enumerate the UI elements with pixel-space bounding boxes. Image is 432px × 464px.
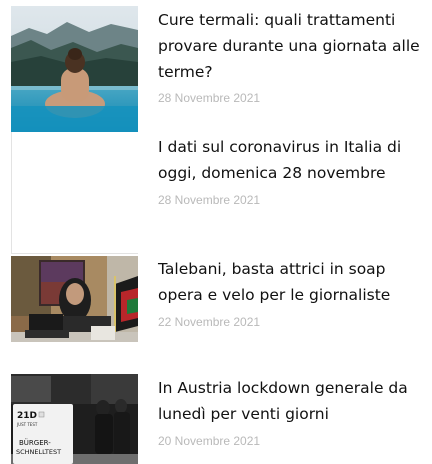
article-date: 28 Novembre 2021: [158, 91, 261, 105]
article-thumbnail[interactable]: [11, 6, 138, 132]
article-thumbnail[interactable]: [11, 256, 138, 342]
article-title[interactable]: I dati sul coronavirus in Italia di oggi…: [158, 134, 420, 186]
article-title[interactable]: Talebani, basta attrici in soap opera e …: [158, 256, 420, 308]
article-date: 22 Novembre 2021: [158, 315, 261, 329]
sign-line2: SCHNELLTEST: [16, 448, 61, 456]
article-date: 28 Novembre 2021: [158, 193, 261, 207]
sign-code: 21D: [17, 411, 37, 421]
sign-sub: JUST TEST: [16, 422, 38, 427]
article-thumbnail[interactable]: 21D JUST TEST BÜRGER- SCHNELLTEST: [11, 374, 138, 464]
article-title[interactable]: Cure termali: quali trattamenti provare …: [158, 7, 420, 85]
article-thumbnail[interactable]: [11, 132, 138, 254]
article-date: 20 Novembre 2021: [158, 434, 261, 448]
article-title[interactable]: In Austria lockdown generale da lunedì p…: [158, 375, 420, 427]
sign-line1: BÜRGER-: [19, 438, 51, 447]
